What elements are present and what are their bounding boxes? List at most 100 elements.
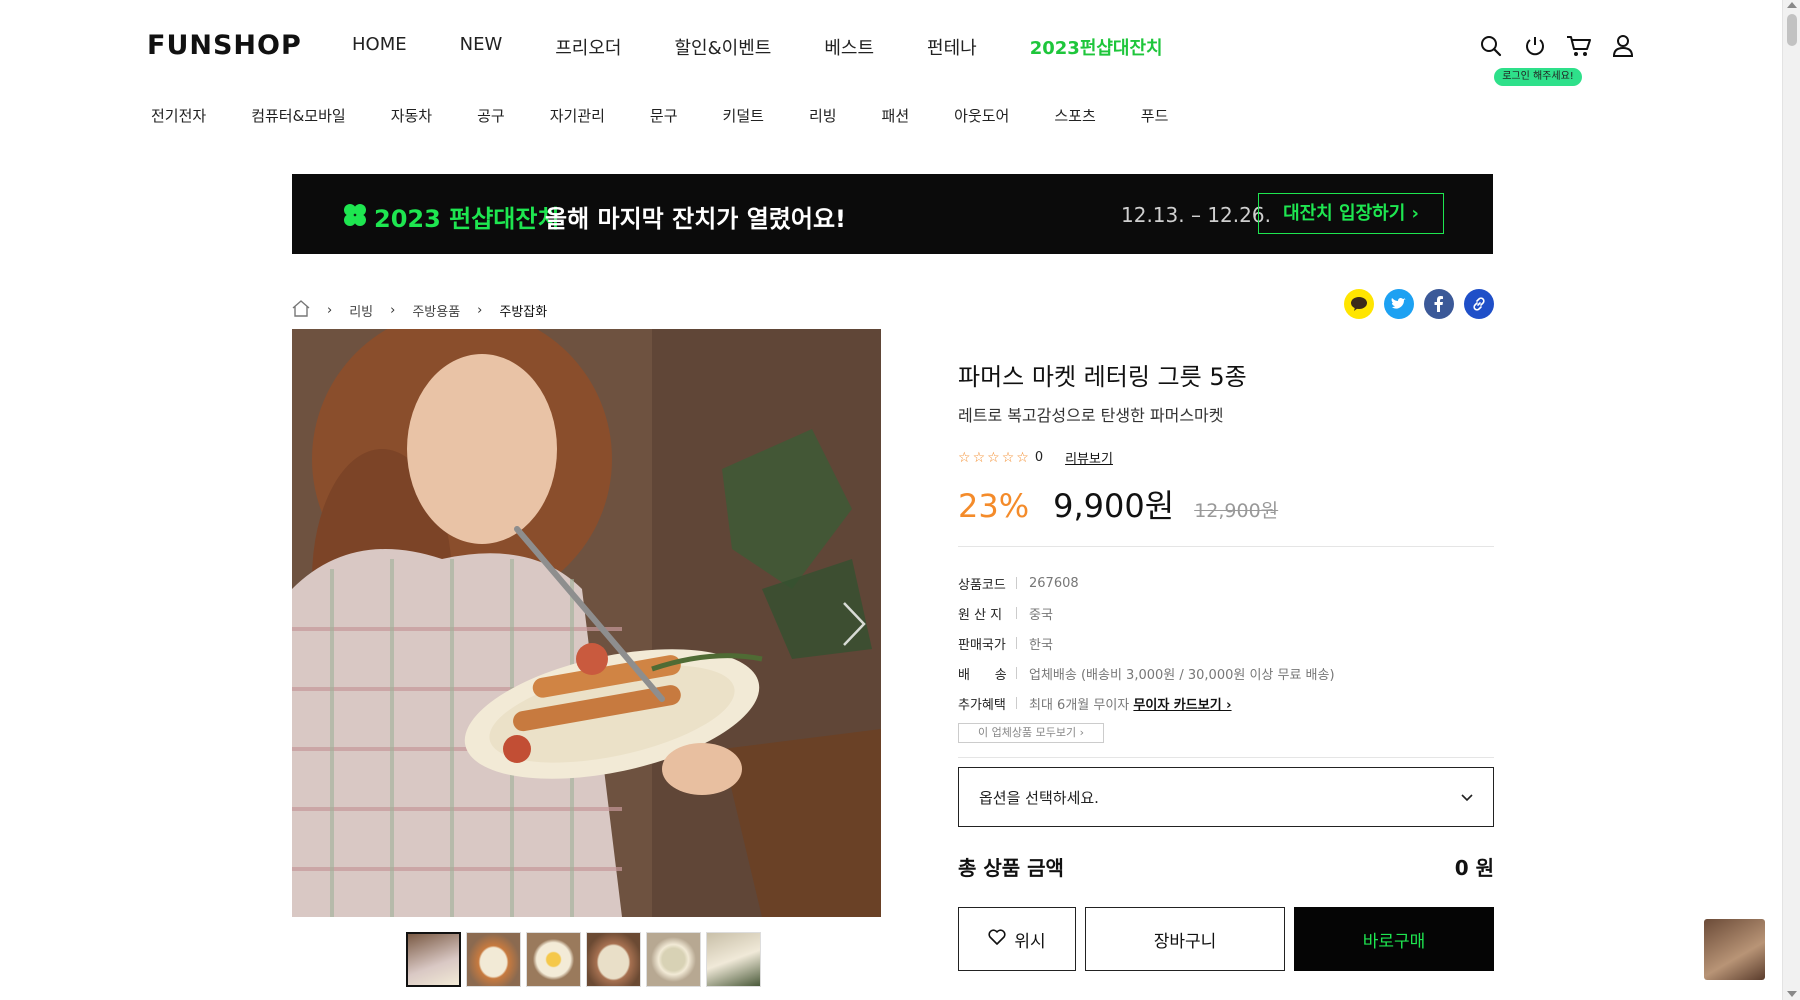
- banner-title: 2023 펀샵대잔치: [374, 205, 560, 233]
- category-selfcare[interactable]: 자기관리: [550, 105, 605, 126]
- search-icon[interactable]: [1478, 32, 1504, 60]
- discount-rate: 23%: [958, 487, 1030, 525]
- scrollbar-thumb[interactable]: [1787, 14, 1797, 46]
- nav-2023-festival[interactable]: 2023펀샵대잔치: [1030, 34, 1163, 60]
- divider: [958, 757, 1494, 758]
- nav-home[interactable]: HOME: [352, 34, 407, 60]
- spec-row: 원 산 지 중국: [958, 598, 1335, 628]
- festival-banner[interactable]: 2023 펀샵대잔치 올해 마지막 잔치가 열렸어요! 12.13. – 12.…: [292, 174, 1493, 254]
- thumbnail-1[interactable]: [406, 932, 461, 987]
- category-kidult[interactable]: 키덜트: [723, 105, 764, 126]
- kakao-icon[interactable]: [1344, 289, 1374, 319]
- category-outdoor[interactable]: 아웃도어: [954, 105, 1009, 126]
- thumbnail-6[interactable]: [706, 932, 761, 987]
- home-icon[interactable]: [292, 300, 310, 321]
- rating-count: 0: [1034, 450, 1044, 465]
- chevron-right-icon: ›: [327, 303, 333, 318]
- share-buttons: [1344, 289, 1494, 319]
- rating: ☆ ☆ ☆ ☆ ☆ 0 리뷰보기: [958, 448, 1113, 468]
- price-block: 23% 9,900원 12,900원: [958, 481, 1278, 527]
- spec-value: 중국: [1029, 607, 1053, 623]
- nav-sale-event[interactable]: 할인&이벤트: [675, 34, 772, 60]
- breadcrumb-living[interactable]: 리빙: [349, 301, 373, 320]
- chevron-right-icon: ›: [390, 303, 396, 318]
- banner-enter-button[interactable]: 대잔치 입장하기 ›: [1258, 193, 1444, 234]
- category-food[interactable]: 푸드: [1141, 105, 1169, 126]
- spec-key: 판매국가: [958, 637, 1006, 653]
- spec-key: 상품코드: [958, 577, 1006, 593]
- option-placeholder: 옵션을 선택하세요.: [979, 788, 1099, 807]
- twitter-icon[interactable]: [1384, 289, 1414, 319]
- chevron-right-icon: ›: [477, 303, 483, 318]
- funshop-logo[interactable]: FUNSHOP: [147, 30, 302, 61]
- review-link[interactable]: 리뷰보기: [1065, 448, 1113, 467]
- nav-best[interactable]: 베스트: [824, 34, 874, 60]
- thumbnail-5[interactable]: [646, 932, 701, 987]
- nav-new[interactable]: NEW: [460, 34, 503, 60]
- spec-row: 추가혜택 최대 6개월 무이자 무이자 카드보기 ›: [958, 688, 1335, 718]
- banner-subtitle: 올해 마지막 잔치가 열렸어요!: [545, 205, 846, 233]
- thumbnail-list: [406, 932, 761, 987]
- floating-recent-item[interactable]: [1704, 919, 1765, 980]
- scroll-up-icon[interactable]: [1787, 2, 1797, 8]
- category-nav: 전기전자 컴퓨터&모바일 자동차 공구 자기관리 문구 키덜트 리빙 패션 아웃…: [151, 105, 1213, 126]
- category-car[interactable]: 자동차: [391, 105, 432, 126]
- category-living[interactable]: 리빙: [809, 105, 837, 126]
- category-fashion[interactable]: 패션: [882, 105, 910, 126]
- category-stationery[interactable]: 문구: [650, 105, 678, 126]
- spec-value: 한국: [1029, 637, 1053, 653]
- scrollbar[interactable]: [1782, 0, 1800, 1000]
- product-description: 레트로 복고감성으로 탄생한 파머스마켓: [958, 406, 1224, 425]
- spec-value: 최대 6개월 무이자 무이자 카드보기 ›: [1029, 694, 1232, 713]
- star-icon: ☆: [987, 449, 1000, 466]
- facebook-icon[interactable]: [1424, 289, 1454, 319]
- star-icon: ☆: [958, 449, 971, 466]
- original-price: 12,900원: [1194, 500, 1279, 522]
- category-computer-mobile[interactable]: 컴퓨터&모바일: [251, 105, 346, 126]
- wish-button[interactable]: 위시: [958, 907, 1076, 971]
- product-main-image[interactable]: [292, 329, 881, 917]
- spec-key: 원 산 지: [958, 607, 1003, 623]
- add-to-cart-button[interactable]: 장바구니: [1085, 907, 1285, 971]
- link-icon[interactable]: [1464, 289, 1494, 319]
- category-electronics[interactable]: 전기전자: [151, 105, 206, 126]
- total-price-row: 총 상품 금액 0 원: [958, 852, 1494, 881]
- spec-key: 배 송: [958, 667, 1007, 683]
- breadcrumb-kitchen-misc[interactable]: 주방잡화: [499, 301, 547, 320]
- spec-row: 상품코드 267608: [958, 568, 1335, 598]
- spec-value: 267608: [1029, 575, 1079, 591]
- image-next-arrow[interactable]: [841, 600, 867, 652]
- cart-icon[interactable]: [1566, 32, 1592, 60]
- purchase-buttons: 위시 장바구니 바로구매: [958, 907, 1494, 971]
- benefit-text: 최대 6개월 무이자: [1029, 697, 1130, 713]
- header-utility-icons: [1478, 32, 1636, 60]
- nav-preorder[interactable]: 프리오더: [555, 34, 621, 60]
- buy-now-button[interactable]: 바로구매: [1294, 907, 1494, 971]
- product-name: 파머스 마켓 레터링 그릇 5종: [958, 363, 1247, 391]
- breadcrumb: › 리빙 › 주방용품 › 주방잡화: [292, 300, 547, 321]
- thumbnail-4[interactable]: [586, 932, 641, 987]
- banner-dates: 12.13. – 12.26.: [1121, 203, 1271, 227]
- spec-row: 배 송 업체배송 (배송비 3,000원 / 30,000원 이상 무료 배송): [958, 658, 1335, 688]
- star-icon: ☆: [972, 449, 986, 466]
- spec-row: 판매국가 한국: [958, 628, 1335, 658]
- product-specs: 상품코드 267608 원 산 지 중국 판매국가 한국 배 송 업체배송 (배…: [958, 568, 1335, 718]
- option-select[interactable]: 옵션을 선택하세요.: [958, 767, 1494, 827]
- scroll-down-icon[interactable]: [1787, 991, 1797, 997]
- spec-key: 추가혜택: [958, 697, 1006, 713]
- category-tools[interactable]: 공구: [477, 105, 505, 126]
- thumbnail-3[interactable]: [526, 932, 581, 987]
- breadcrumb-kitchen[interactable]: 주방용품: [412, 301, 460, 320]
- category-sports[interactable]: 스포츠: [1054, 105, 1095, 126]
- card-info-link[interactable]: 무이자 카드보기 ›: [1133, 698, 1231, 713]
- product-page: FUNSHOP HOME NEW 프리오더 할인&이벤트 베스트 펀테나 202…: [0, 0, 1800, 1000]
- nav-funtenna[interactable]: 펀테나: [927, 34, 977, 60]
- power-icon[interactable]: [1522, 32, 1548, 60]
- wish-label: 위시: [1014, 931, 1046, 952]
- thumbnail-2[interactable]: [466, 932, 521, 987]
- seller-all-products-button[interactable]: 이 업체상품 모두보기 ›: [958, 723, 1104, 743]
- login-tooltip: 로그인 해주세요!: [1494, 68, 1582, 86]
- spec-value: 업체배송 (배송비 3,000원 / 30,000원 이상 무료 배송): [1029, 667, 1335, 683]
- total-value: 0 원: [1454, 856, 1494, 880]
- user-icon[interactable]: [1610, 32, 1636, 60]
